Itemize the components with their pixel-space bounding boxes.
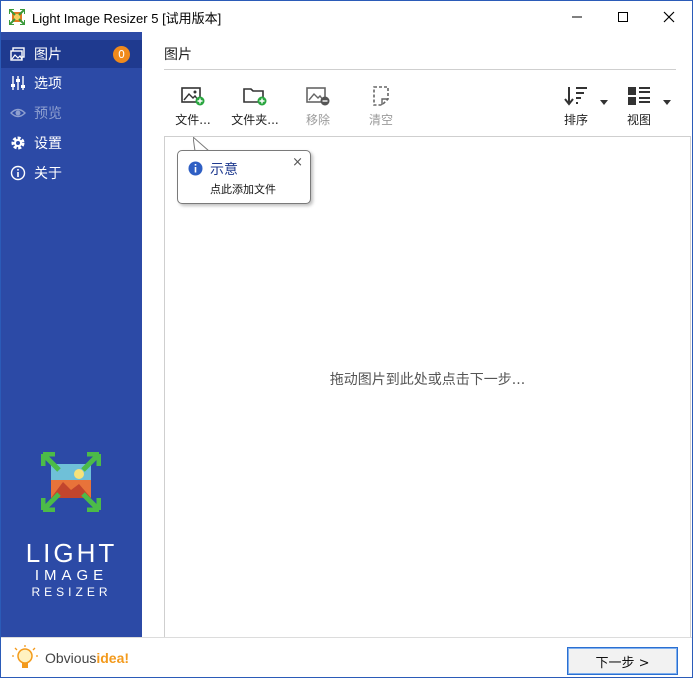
sliders-icon [10, 75, 26, 91]
tooltip-title: 示意 [210, 162, 238, 178]
main-panel: 图片 文件... 文件夹... 移除 清空 排序 视图 拖动图片到此处或点击下一… [142, 32, 692, 677]
add-folder-label: 文件夹... [231, 113, 279, 127]
close-icon [663, 11, 675, 22]
logo-text-resizer: RESIZER [31, 585, 112, 599]
remove-image-icon [306, 87, 330, 106]
sidebar-item-label: 预览 [34, 106, 62, 122]
minimize-icon [572, 16, 582, 17]
sidebar-item-settings[interactable]: 设置 [1, 129, 142, 157]
tooltip-close-icon[interactable]: × [292, 155, 303, 170]
info-icon [10, 165, 26, 181]
title-bar: Light Image Resizer 5 [试用版本] [1, 1, 692, 32]
view-list-icon [628, 87, 650, 105]
remove-label: 移除 [305, 113, 330, 127]
tooltip-body: 点此添加文件 [210, 183, 276, 196]
image-drop-area[interactable]: 拖动图片到此处或点击下一步... [164, 136, 691, 640]
sidebar-item-label: 关于 [34, 166, 62, 182]
add-folder-button[interactable]: 文件夹... [230, 84, 280, 127]
logo-text-light: LIGHT [25, 538, 118, 568]
lightbulb-icon [12, 645, 38, 668]
page-title: 图片 [164, 47, 192, 63]
app-logo-icon [9, 9, 25, 25]
close-button[interactable] [646, 1, 692, 32]
sidebar-item-label: 图片 [34, 47, 62, 63]
sidebar: 图片 0 选项 预览 设置 关于 LIGHT IMAGE RESIZER [1, 32, 142, 637]
window-title: Light Image Resizer 5 [试用版本] [32, 11, 222, 26]
sort-dropdown-caret-icon[interactable] [600, 100, 608, 105]
brand-footer[interactable]: Obviousidea! [1, 637, 142, 677]
sidebar-item-preview[interactable]: 预览 [1, 99, 142, 127]
remove-button[interactable]: 移除 [293, 84, 343, 127]
eye-icon [10, 105, 26, 121]
add-files-button[interactable]: 文件... [168, 84, 218, 127]
info-icon [188, 161, 203, 176]
clear-icon [373, 86, 389, 106]
images-icon [10, 46, 26, 62]
sidebar-item-images[interactable]: 图片 0 [1, 40, 142, 68]
add-folder-icon [243, 88, 267, 106]
sidebar-item-options[interactable]: 选项 [1, 69, 142, 97]
add-files-label: 文件... [175, 113, 211, 127]
maximize-button[interactable] [600, 1, 646, 32]
sidebar-item-label: 选项 [34, 76, 62, 92]
title-divider [164, 69, 676, 70]
sort-button[interactable]: 排序 [551, 84, 601, 127]
view-label: 视图 [626, 113, 651, 127]
next-step-button[interactable]: 下一步 > [567, 647, 678, 675]
sidebar-item-about[interactable]: 关于 [1, 159, 142, 187]
app-window: Light Image Resizer 5 [试用版本] 图片 0 选项 预览 … [0, 0, 693, 678]
sort-icon [564, 87, 587, 106]
view-button[interactable]: 视图 [614, 84, 664, 127]
add-files-tooltip: 示意 点此添加文件 × [177, 150, 311, 204]
logo-text-image: IMAGE [34, 567, 109, 584]
obviousidea-brand[interactable]: Obviousidea! [45, 650, 129, 666]
maximize-icon [618, 11, 628, 22]
clear-button[interactable]: 清空 [356, 84, 406, 127]
drop-hint-text: 拖动图片到此处或点击下一步... [329, 372, 526, 388]
brand-suffix: idea! [96, 650, 130, 666]
light-image-resizer-logo-icon [41, 452, 101, 512]
clear-label: 清空 [368, 113, 393, 127]
minimize-button[interactable] [554, 1, 600, 32]
sidebar-item-label: 设置 [34, 136, 62, 152]
view-dropdown-caret-icon[interactable] [663, 100, 671, 105]
sort-label: 排序 [563, 113, 588, 127]
bottom-bar: 下一步 > [142, 637, 692, 677]
gear-icon [10, 135, 26, 151]
add-image-icon [181, 87, 205, 106]
brand-prefix: Obvious [45, 650, 97, 666]
images-count-badge: 0 [113, 46, 130, 63]
